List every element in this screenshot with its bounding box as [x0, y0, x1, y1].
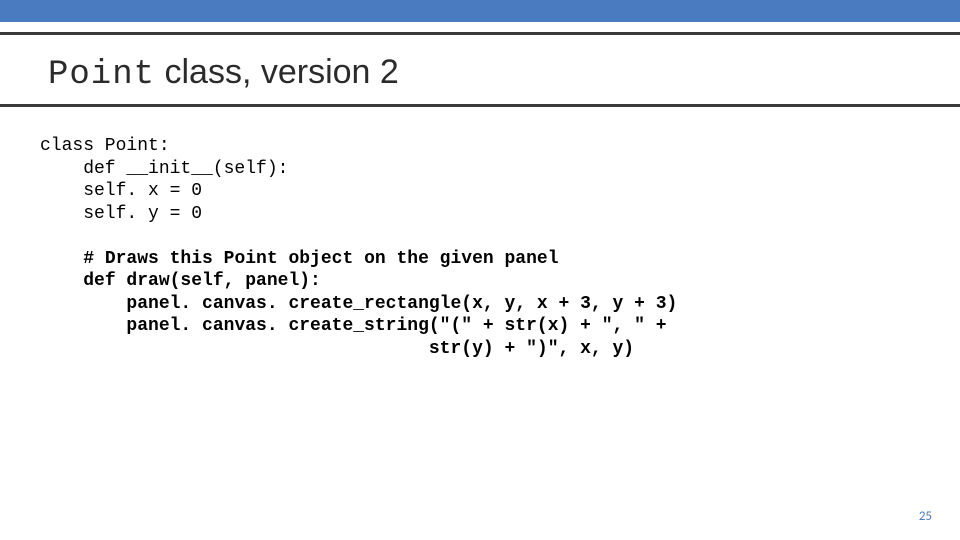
code-line-1: class Point: [40, 136, 170, 156]
top-blue-bar [0, 0, 960, 22]
code-line-3: self. x = 0 [40, 181, 202, 201]
code-line-2: def __init__(self): [40, 159, 288, 179]
code-line-8-indent [40, 294, 126, 314]
code-line-10-bold: str(y) + ")", x, y) [429, 339, 634, 359]
code-line-9-bold: panel. canvas. create_string("(" + str(x… [126, 316, 666, 336]
title-mono: Point [48, 56, 155, 94]
code-block: class Point: def __init__(self): self. x… [0, 107, 960, 360]
title-rest: class, version 2 [155, 53, 399, 91]
slide-title: Point class, version 2 [0, 35, 960, 100]
code-line-10-indent [40, 339, 429, 359]
code-line-4: self. y = 0 [40, 204, 202, 224]
code-line-9-indent [40, 316, 126, 336]
code-line-7-indent [40, 271, 83, 291]
code-line-8-bold: panel. canvas. create_rectangle(x, y, x … [126, 294, 677, 314]
code-line-6-indent [40, 249, 83, 269]
code-line-7-bold: def draw(self, panel): [83, 271, 321, 291]
code-line-6-bold: # Draws this Point object on the given p… [83, 249, 558, 269]
page-number: 25 [919, 509, 932, 524]
